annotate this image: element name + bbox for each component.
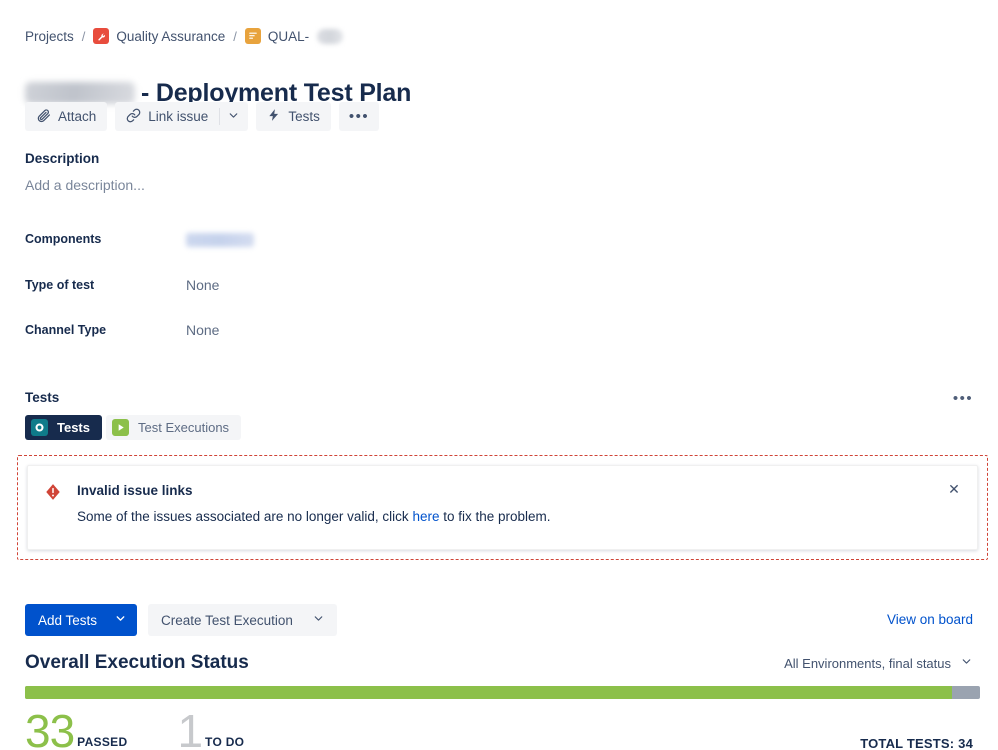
field-label-components: Components	[25, 232, 102, 246]
wrench-icon	[93, 28, 110, 44]
play-icon	[112, 419, 129, 436]
close-icon: ✕	[948, 480, 960, 497]
description-placeholder[interactable]: Add a description...	[25, 177, 145, 193]
stat-passed-count: 33	[25, 705, 75, 750]
environment-filter-select[interactable]: All Environments, final status	[784, 655, 973, 671]
issue-toolbar: Attach Link issue Tests •••	[25, 102, 380, 131]
tests-toolbar-button[interactable]: Tests	[256, 102, 331, 131]
banner-body: Some of the issues associated are no lon…	[77, 509, 551, 524]
stat-todo-label: TO DO	[205, 735, 245, 749]
chevron-down-icon	[114, 612, 127, 628]
breadcrumb-project[interactable]: Quality Assurance	[93, 28, 225, 44]
banner-body-before: Some of the issues associated are no lon…	[77, 509, 413, 524]
add-tests-split-button: Add Tests	[25, 604, 138, 636]
tab-tests-label: Tests	[57, 420, 90, 435]
invalid-issue-links-banner: Invalid issue links Some of the issues a…	[17, 455, 988, 560]
chevron-down-icon	[227, 109, 240, 125]
view-on-board-link[interactable]: View on board	[887, 612, 973, 627]
breadcrumb-projects-link[interactable]: Projects	[25, 29, 74, 44]
field-label-type-of-test: Type of test	[25, 278, 95, 292]
create-test-execution-button[interactable]: Create Test Execution	[148, 604, 306, 636]
overall-execution-status-title: Overall Execution Status	[25, 652, 249, 673]
redacted-component-value	[186, 233, 254, 247]
field-row-type-of-test: Type of test None	[25, 277, 445, 293]
breadcrumb-separator-1: /	[81, 28, 86, 44]
link-issue-button-label: Link issue	[148, 109, 209, 124]
description-label: Description	[25, 151, 100, 166]
tab-tests[interactable]: Tests	[25, 415, 102, 440]
stat-todo-count: 1	[177, 705, 203, 750]
create-test-execution-dropdown-button[interactable]	[305, 604, 337, 636]
banner-close-button[interactable]: ✕	[943, 478, 965, 500]
issue-page: Projects / Quality Assurance / QUAL- - D…	[0, 0, 998, 750]
error-icon	[44, 483, 62, 501]
redacted-issue-number	[317, 28, 344, 44]
execution-status-progress-bar	[25, 686, 980, 699]
banner-title: Invalid issue links	[77, 483, 193, 498]
tests-section-more-button[interactable]: •••	[948, 385, 978, 411]
breadcrumb-issue-key[interactable]: QUAL-	[268, 29, 309, 44]
breadcrumb-project-link[interactable]: Quality Assurance	[116, 29, 225, 44]
total-tests-label: TOTAL TESTS: 34	[860, 736, 973, 750]
tests-section-heading: Tests	[25, 390, 60, 405]
stat-todo: 1 TO DO	[177, 705, 245, 750]
breadcrumb-separator-2: /	[233, 28, 237, 44]
link-issue-split-button: Link issue	[115, 102, 249, 131]
tests-tablist: Tests Test Executions	[25, 415, 242, 440]
link-issue-button[interactable]: Link issue	[115, 102, 220, 131]
tests-toolbar-button-label: Tests	[288, 109, 320, 124]
chevron-down-icon	[960, 655, 973, 671]
execution-status-stats: 33 PASSED 1 TO DO	[25, 705, 245, 750]
chevron-down-icon	[312, 612, 325, 628]
banner-body-after: to fix the problem.	[439, 509, 551, 524]
add-tests-dropdown-button[interactable]	[110, 604, 138, 636]
field-value-type-of-test[interactable]: None	[186, 277, 219, 293]
banner-card: Invalid issue links Some of the issues a…	[27, 465, 978, 550]
field-label-channel-type: Channel Type	[25, 323, 107, 337]
create-test-execution-split-button: Create Test Execution	[148, 604, 337, 636]
more-horizontal-icon: •••	[348, 108, 370, 125]
test-issue-type-icon	[244, 28, 261, 44]
tab-test-executions[interactable]: Test Executions	[106, 415, 242, 440]
field-row-channel-type: Channel Type None	[25, 322, 445, 338]
field-value-channel-type[interactable]: None	[186, 322, 219, 338]
banner-fix-link[interactable]: here	[412, 509, 439, 524]
tab-test-executions-label: Test Executions	[138, 420, 230, 435]
lightning-bolt-icon	[267, 108, 281, 125]
more-actions-button[interactable]: •••	[338, 102, 380, 131]
tests-circle-icon	[31, 419, 48, 436]
progress-fill-passed	[25, 686, 952, 699]
tests-action-row: Add Tests Create Test Execution	[25, 604, 337, 636]
breadcrumb-issue[interactable]: QUAL-	[244, 28, 344, 44]
redacted-title-prefix	[25, 81, 135, 104]
more-horizontal-icon: •••	[952, 389, 974, 407]
add-tests-button[interactable]: Add Tests	[25, 604, 111, 636]
attach-button[interactable]: Attach	[25, 102, 108, 131]
paperclip-icon	[36, 108, 51, 126]
attach-button-label: Attach	[58, 109, 97, 124]
link-icon	[126, 108, 141, 126]
stat-passed: 33 PASSED	[25, 705, 128, 750]
field-value-components[interactable]	[186, 231, 254, 250]
breadcrumb: Projects / Quality Assurance / QUAL-	[25, 28, 344, 44]
field-row-components: Components	[25, 231, 445, 250]
stat-passed-label: PASSED	[77, 735, 128, 749]
environment-filter-label: All Environments, final status	[784, 655, 951, 671]
link-issue-dropdown-button[interactable]	[219, 102, 249, 131]
